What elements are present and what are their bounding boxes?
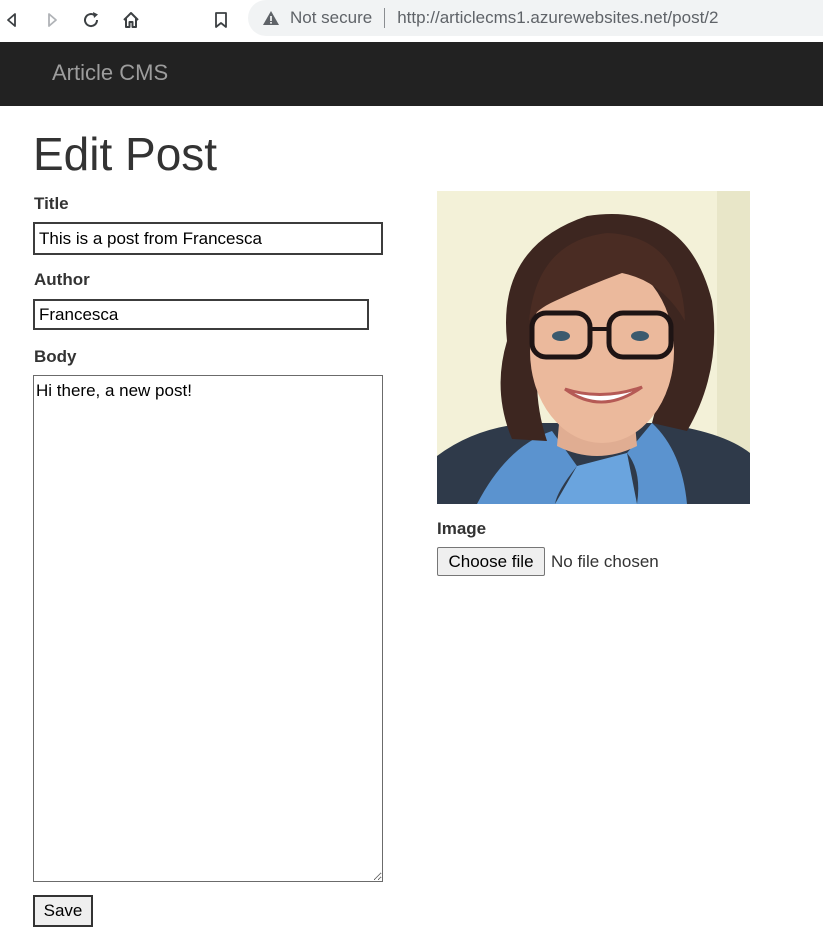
bookmark-icon[interactable] (209, 8, 233, 32)
post-image (437, 191, 750, 504)
author-label: Author (34, 270, 90, 289)
page-title: Edit Post (33, 128, 218, 180)
image-label: Image (437, 519, 487, 538)
author-input[interactable] (33, 299, 369, 330)
address-bar[interactable]: Not secure http://articlecms1.azurewebsi… (248, 0, 823, 36)
image-file-input[interactable]: Choose file No file chosen (437, 547, 659, 576)
back-icon[interactable] (0, 8, 24, 32)
address-separator (384, 8, 386, 28)
file-status: No file chosen (551, 551, 659, 571)
title-label: Title (34, 194, 69, 213)
reload-icon[interactable] (79, 8, 103, 32)
site-navbar: Article CMS (0, 42, 823, 106)
forward-icon[interactable] (40, 8, 64, 32)
browser-toolbar: Not secure http://articlecms1.azurewebsi… (0, 0, 823, 42)
url-text[interactable]: http://articlecms1.azurewebsites.net/pos… (397, 8, 718, 28)
save-button[interactable]: Save (33, 895, 93, 927)
choose-file-button[interactable]: Choose file (437, 547, 545, 576)
warning-icon[interactable] (262, 9, 280, 27)
security-status: Not secure (290, 8, 373, 27)
brand-link[interactable]: Article CMS (52, 60, 168, 86)
title-input[interactable] (33, 222, 383, 255)
body-label: Body (34, 347, 77, 366)
home-icon[interactable] (119, 8, 143, 32)
body-textarea[interactable]: Hi there, a new post! (33, 375, 383, 882)
